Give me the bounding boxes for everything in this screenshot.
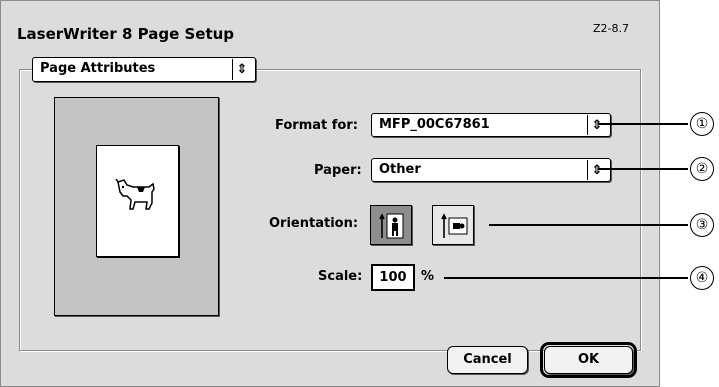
portrait-orientation-button[interactable] [370, 205, 412, 245]
section-popup[interactable]: Page Attributes ⇕ [32, 57, 256, 82]
version-label: Z2-8.7 [593, 22, 629, 35]
callout-line-4 [444, 277, 688, 279]
landscape-icon [441, 213, 468, 238]
dogcow-icon [115, 178, 155, 210]
paper-popup[interactable]: Other ⇕ [371, 158, 611, 182]
callout-number-4: ④ [690, 266, 714, 290]
landscape-orientation-button[interactable] [432, 205, 474, 245]
format-for-value: MFP_00C67861 [379, 117, 490, 132]
callout-line-1 [598, 123, 688, 125]
scale-label: Scale: [318, 269, 363, 284]
dialog-title: LaserWriter 8 Page Setup [17, 25, 235, 43]
popup-arrows-icon: ⇕ [232, 59, 251, 80]
popup-arrows-icon: ⇕ [587, 115, 606, 135]
callout-number-2: ② [690, 157, 714, 181]
cancel-button[interactable]: Cancel [447, 346, 528, 374]
ok-button[interactable]: OK [544, 346, 633, 374]
portrait-icon [379, 213, 404, 239]
paper-preview [96, 145, 179, 257]
callout-line-3 [489, 224, 688, 226]
paper-label: Paper: [314, 163, 362, 178]
format-for-popup[interactable]: MFP_00C67861 ⇕ [371, 113, 611, 137]
callout-line-2 [598, 168, 688, 170]
callout-number-1: ① [690, 112, 714, 136]
format-for-label: Format for: [275, 118, 358, 133]
popup-arrows-icon: ⇕ [587, 160, 606, 180]
orientation-label: Orientation: [269, 216, 359, 231]
callout-number-3: ③ [690, 213, 714, 237]
paper-value: Other [379, 162, 421, 177]
scale-unit: % [421, 269, 435, 284]
page-preview [54, 97, 219, 316]
section-popup-value: Page Attributes [40, 61, 156, 76]
scale-input[interactable]: 100 [371, 264, 415, 291]
page-setup-dialog: LaserWriter 8 Page Setup Z2-8.7 Page Att… [0, 0, 660, 387]
